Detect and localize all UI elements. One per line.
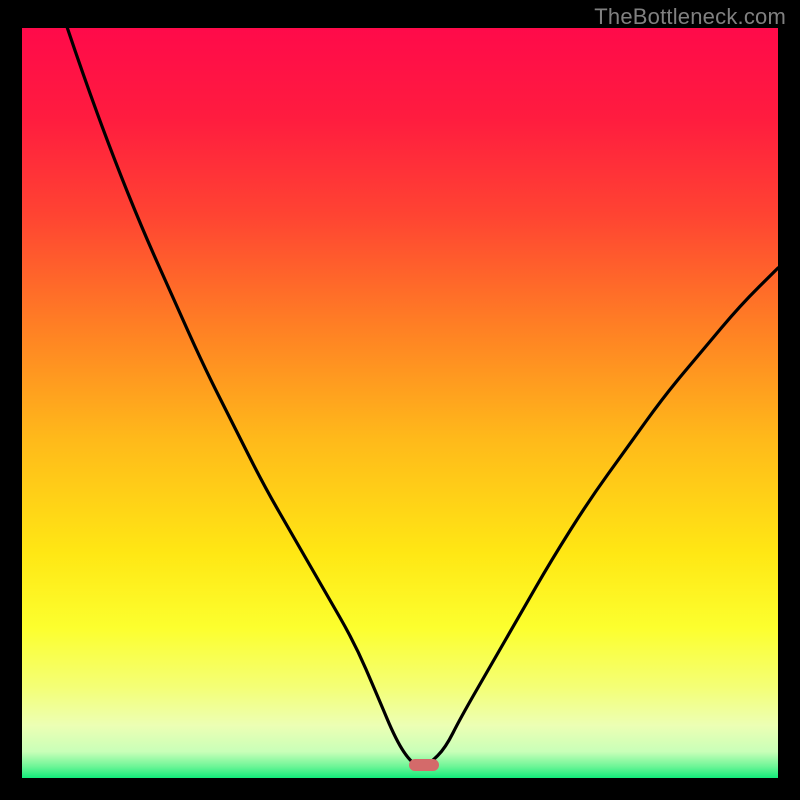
chart-frame: TheBottleneck.com (0, 0, 800, 800)
optimal-marker (409, 759, 439, 771)
plot-area (22, 28, 778, 778)
bottleneck-curve (22, 28, 778, 778)
source-watermark: TheBottleneck.com (594, 4, 786, 30)
